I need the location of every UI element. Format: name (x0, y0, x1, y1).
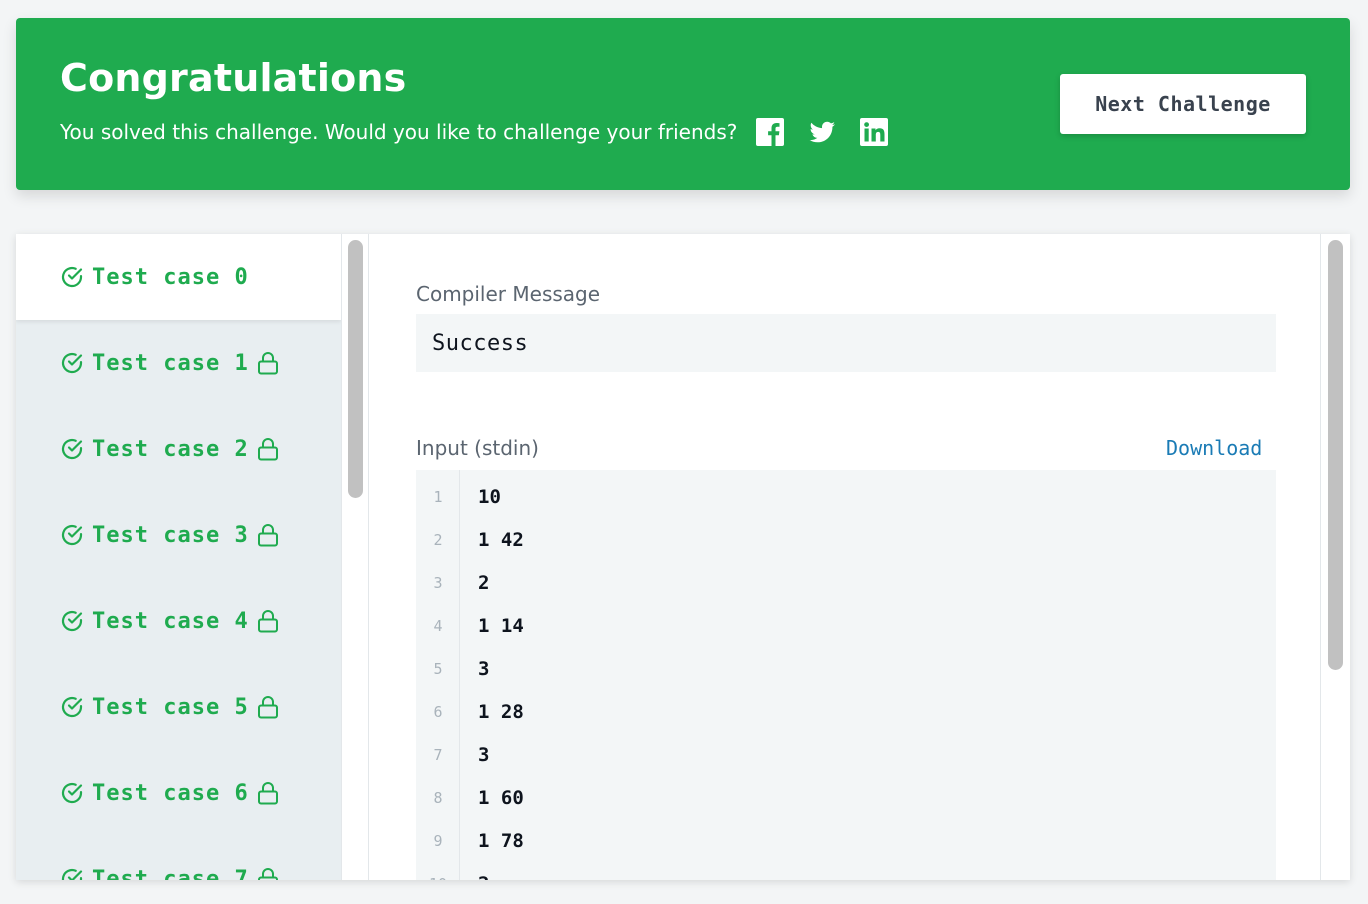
line-number: 8 (433, 789, 443, 807)
lock-icon (257, 352, 278, 375)
lock-icon (257, 524, 278, 547)
line-content: 2 (478, 572, 490, 594)
line-number: 4 (433, 617, 443, 635)
code-line: 9 1 78 (416, 827, 524, 855)
sidebar-scrollbar-thumb[interactable] (348, 240, 363, 498)
line-number: 7 (433, 746, 443, 764)
test-case-label: Test case 3 (92, 522, 249, 548)
social-share (755, 117, 911, 147)
test-case-label: Test case 1 (92, 350, 249, 376)
code-line: 1 10 (416, 483, 501, 511)
banner-subtitle-row: You solved this challenge. Would you lik… (60, 117, 911, 147)
main-scrollbar-thumb[interactable] (1328, 240, 1343, 670)
code-line: 73 (416, 741, 489, 769)
line-content: 1 78 (478, 830, 524, 852)
check-circle-icon (61, 696, 83, 718)
line-content: 1 60 (478, 787, 524, 809)
lock-icon (257, 868, 278, 880)
compiler-message: Success (432, 330, 529, 356)
line-content: 3 (478, 744, 490, 766)
line-number: 3 (433, 574, 443, 592)
test-case-item-1[interactable]: Test case 1 (16, 320, 341, 406)
test-case-item-4[interactable]: Test case 4 (16, 578, 341, 664)
check-circle-icon (61, 782, 83, 804)
lock-icon (257, 782, 278, 805)
download-link[interactable]: Download (1166, 436, 1262, 460)
input-code-block: 11021 423241 145361 287381 6091 78102 (416, 470, 1276, 880)
test-case-label: Test case 6 (92, 780, 249, 806)
success-banner: Congratulations You solved this challeng… (16, 18, 1350, 190)
line-number: 9 (433, 832, 443, 850)
next-challenge-button[interactable]: Next Challenge (1060, 74, 1306, 134)
line-content: 3 (478, 658, 490, 680)
line-content: 2 (478, 873, 489, 880)
input-label: Input (stdin) (416, 436, 539, 460)
test-case-label: Test case 2 (92, 436, 249, 462)
test-case-item-2[interactable]: Test case 2 (16, 406, 341, 492)
test-case-details: Compiler Message Success Input (stdin) D… (370, 234, 1320, 880)
test-case-list: Test case 0 Test case 1 Test case 2 Test ca… (16, 234, 341, 880)
check-circle-icon (61, 352, 83, 374)
code-line: 4 1 14 (416, 612, 524, 640)
banner-title: Congratulations (60, 56, 407, 100)
test-case-label: Test case 4 (92, 608, 249, 634)
line-number: 10 (416, 875, 460, 880)
line-content: 1 14 (478, 615, 524, 637)
lock-icon (257, 610, 278, 633)
test-case-item-7[interactable]: Test case 7 (16, 836, 341, 880)
check-circle-icon (61, 610, 83, 632)
line-number: 1 (433, 488, 443, 506)
test-case-item-0[interactable]: Test case 0 (16, 234, 341, 320)
test-case-label: Test case 7 (92, 866, 249, 881)
check-circle-icon (61, 266, 83, 288)
check-circle-icon (61, 524, 83, 546)
test-case-item-6[interactable]: Test case 6 (16, 750, 341, 836)
line-content: 10 (478, 486, 501, 508)
test-case-label: Test case 5 (92, 694, 249, 720)
linkedin-icon[interactable] (859, 117, 889, 147)
compiler-message-label: Compiler Message (416, 282, 601, 306)
lock-icon (257, 438, 278, 461)
check-circle-icon (61, 868, 83, 880)
test-case-item-3[interactable]: Test case 3 (16, 492, 341, 578)
code-line: 2 1 42 (416, 526, 524, 554)
code-line: 53 (416, 655, 489, 683)
lock-icon (257, 696, 278, 719)
code-line: 8 1 60 (416, 784, 524, 812)
facebook-icon[interactable] (755, 117, 785, 147)
test-case-label: Test case 0 (92, 264, 249, 290)
check-circle-icon (61, 438, 83, 460)
banner-subtitle: You solved this challenge. Would you lik… (60, 120, 738, 144)
compiler-message-box: Success (416, 314, 1276, 372)
line-content: 1 42 (478, 529, 524, 551)
line-number: 6 (433, 703, 443, 721)
results-panel: Test case 0 Test case 1 Test case 2 Test ca… (16, 234, 1350, 880)
line-number: 5 (433, 660, 443, 678)
twitter-icon[interactable] (807, 117, 837, 147)
code-line: 32 (416, 569, 489, 597)
line-content: 1 28 (478, 701, 524, 723)
code-line: 10 2 (416, 870, 489, 880)
test-case-item-5[interactable]: Test case 5 (16, 664, 341, 750)
line-number: 2 (433, 531, 443, 549)
code-line: 6 1 28 (416, 698, 524, 726)
